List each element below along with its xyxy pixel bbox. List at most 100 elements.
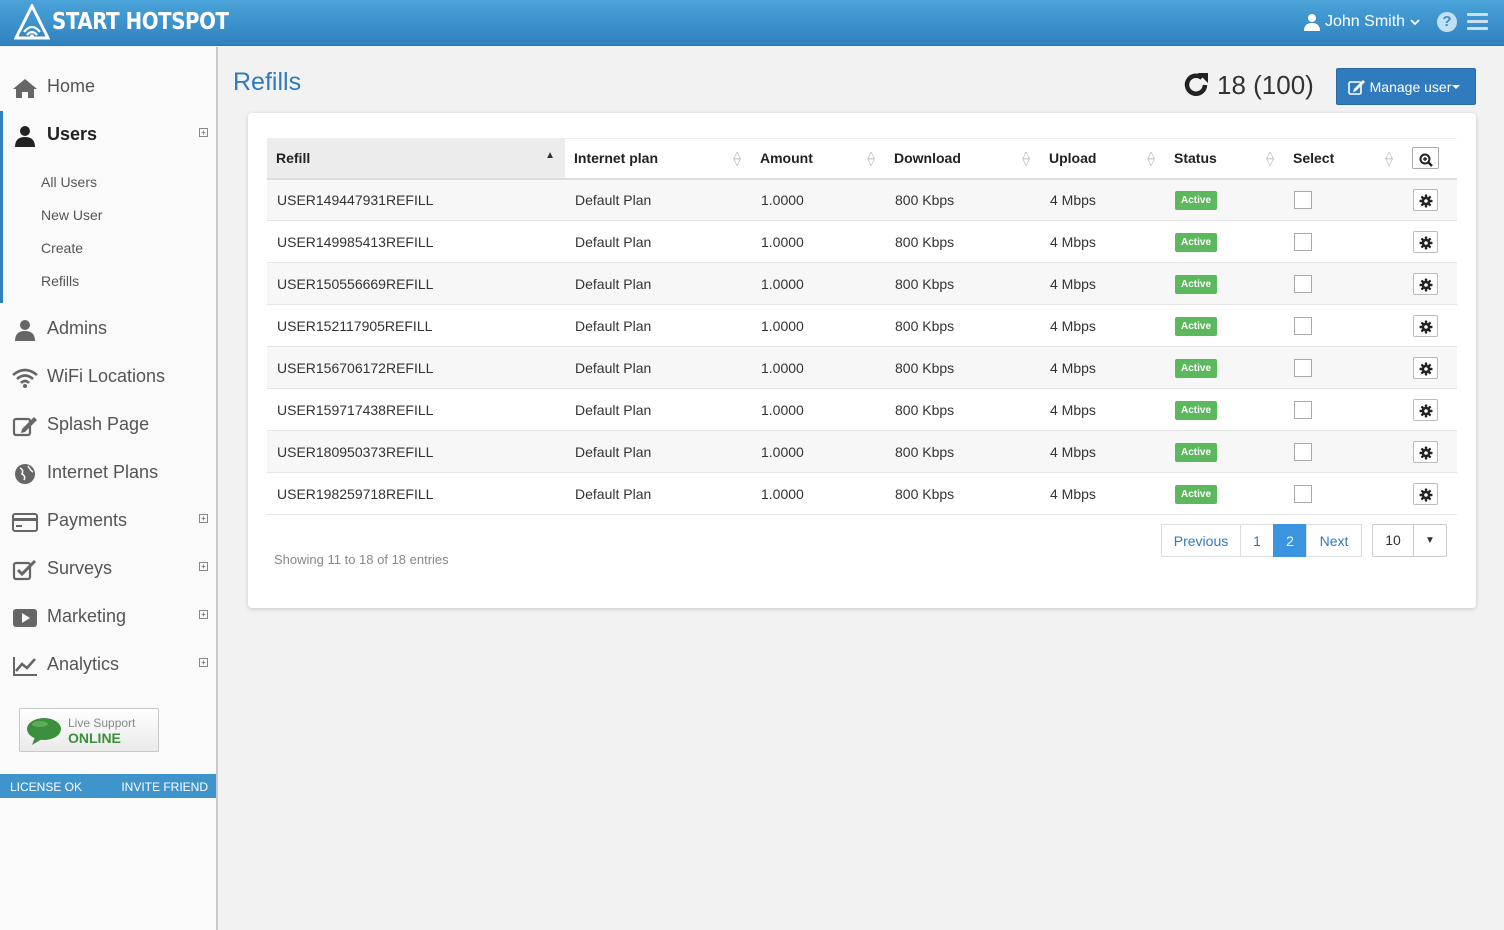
row-settings-button[interactable] — [1413, 314, 1438, 337]
sidebar-item-analytics[interactable]: Analytics + — [0, 641, 216, 689]
cell-amount: 1.0000 — [751, 346, 885, 389]
sidebar-item-label: Admins — [47, 318, 108, 338]
row-settings-button[interactable] — [1413, 398, 1438, 421]
hamburger-menu-icon[interactable] — [1467, 13, 1488, 31]
check-square-icon — [12, 559, 37, 581]
cell-plan: Default Plan — [565, 472, 751, 515]
page-size-select[interactable]: 10 ▼ — [1372, 524, 1447, 557]
cell-status: Active — [1165, 346, 1284, 389]
cell-status: Active — [1165, 388, 1284, 431]
cell-download: 800 Kbps — [885, 430, 1040, 473]
page-button-1[interactable]: 1 — [1240, 524, 1274, 557]
refills-table: Refill ▲ Internet plan △ ▽ Amount △ ▽ Downloa… — [267, 138, 1457, 515]
sidebar-item-label: WiFi Locations — [47, 366, 166, 386]
expand-icon[interactable]: + — [199, 658, 208, 667]
table-row[interactable]: USER159717438REFILL Default Plan 1.0000 800… — [267, 388, 1457, 431]
sidebar-item-payments[interactable]: Payments + — [0, 497, 216, 545]
table-row[interactable]: USER149985413REFILL Default Plan 1.0000 800… — [267, 220, 1457, 263]
table-row[interactable]: USER149447931REFILL Default Plan 1.0000 800… — [267, 178, 1457, 221]
home-icon — [13, 79, 37, 98]
row-select-checkbox[interactable] — [1294, 442, 1312, 461]
cell-upload: 4 Mbps — [1040, 430, 1165, 473]
expand-icon[interactable]: + — [199, 562, 208, 571]
row-select-checkbox[interactable] — [1294, 232, 1312, 251]
expand-icon[interactable]: + — [199, 610, 208, 619]
subitem-all-users[interactable]: All Users — [41, 174, 97, 190]
caret-down-icon — [1452, 84, 1461, 89]
subitem-create[interactable]: Create — [41, 240, 83, 256]
sidebar-item-label: Surveys — [47, 558, 113, 578]
column-header-amount[interactable]: Amount △ ▽ — [751, 138, 885, 180]
sidebar-item-admins[interactable]: Admins — [0, 305, 216, 353]
sidebar-item-users[interactable]: Users + — [0, 111, 216, 159]
cell-actions — [1403, 178, 1457, 221]
page-button-2[interactable]: 2 — [1273, 524, 1307, 557]
previous-page-button[interactable]: Previous — [1161, 524, 1241, 557]
column-label: Status — [1174, 150, 1217, 167]
sort-icon: △ ▽ — [1022, 150, 1030, 168]
sidebar-item-home[interactable]: Home — [0, 63, 216, 111]
expand-icon[interactable]: + — [199, 514, 208, 523]
table-row[interactable]: USER198259718REFILL Default Plan 1.0000 800… — [267, 472, 1457, 515]
column-header-refill[interactable]: Refill ▲ — [267, 138, 565, 180]
row-select-checkbox[interactable] — [1294, 358, 1312, 377]
live-support-label: Live Support — [68, 716, 136, 730]
pagination: Previous 1 2 Next — [1161, 524, 1362, 557]
column-header-select[interactable]: Select △ ▽ — [1284, 138, 1403, 180]
status-badge: Active — [1175, 358, 1218, 378]
row-select-checkbox[interactable] — [1294, 316, 1312, 335]
admins-icon — [15, 320, 35, 341]
row-settings-button[interactable] — [1413, 230, 1438, 253]
row-settings-button[interactable] — [1413, 188, 1438, 211]
column-header-upload[interactable]: Upload △ ▽ — [1040, 138, 1165, 180]
expand-icon[interactable]: + — [199, 128, 208, 137]
invite-friend-link[interactable]: INVITE FRIEND — [121, 780, 208, 794]
row-settings-button[interactable] — [1413, 356, 1438, 379]
play-icon — [13, 609, 37, 627]
row-select-checkbox[interactable] — [1294, 484, 1312, 503]
license-status-link[interactable]: LICENSE OK — [10, 780, 82, 794]
cell-status: Active — [1165, 178, 1284, 221]
manage-user-button[interactable]: Manage user — [1336, 68, 1476, 105]
row-select-checkbox[interactable] — [1294, 274, 1312, 293]
row-settings-button[interactable] — [1413, 272, 1438, 295]
sidebar-item-label: Payments — [47, 510, 128, 530]
brand-logo[interactable]: START HOTSPOT — [14, 3, 257, 41]
cell-upload: 4 Mbps — [1040, 262, 1165, 305]
table-row[interactable]: USER156706172REFILL Default Plan 1.0000 800… — [267, 346, 1457, 389]
cell-download: 800 Kbps — [885, 262, 1040, 305]
cell-select — [1284, 388, 1403, 431]
subitem-new-user[interactable]: New User — [41, 207, 102, 223]
column-header-status[interactable]: Status △ ▽ — [1165, 138, 1284, 180]
live-support-status: ONLINE — [68, 730, 121, 746]
sidebar-item-splash-page[interactable]: Splash Page — [0, 401, 216, 449]
table-row[interactable]: USER180950373REFILL Default Plan 1.0000 800… — [267, 430, 1457, 473]
status-badge: Active — [1175, 442, 1218, 462]
help-icon[interactable]: ? — [1437, 12, 1457, 32]
sidebar-item-marketing[interactable]: Marketing + — [0, 593, 216, 641]
row-settings-button[interactable] — [1413, 482, 1438, 505]
table-body: USER149447931REFILL Default Plan 1.0000 800… — [267, 178, 1457, 515]
sidebar-item-internet-plans[interactable]: Internet Plans — [0, 449, 216, 497]
cell-plan: Default Plan — [565, 346, 751, 389]
manage-user-label: Manage user — [1369, 78, 1452, 95]
sidebar-item-label: Analytics — [47, 654, 120, 674]
zoom-search-button[interactable] — [1412, 147, 1439, 170]
row-select-checkbox[interactable] — [1294, 190, 1312, 209]
user-menu[interactable]: John Smith — [1303, 10, 1420, 34]
subitem-refills[interactable]: Refills — [41, 273, 79, 289]
row-select-checkbox[interactable] — [1294, 400, 1312, 419]
cell-amount: 1.0000 — [751, 304, 885, 347]
column-header-download[interactable]: Download △ ▽ — [885, 138, 1040, 180]
row-settings-button[interactable] — [1413, 440, 1438, 463]
column-label: Select — [1293, 150, 1335, 167]
live-support-button[interactable]: Live Support ONLINE — [19, 708, 159, 752]
cell-download: 800 Kbps — [885, 220, 1040, 263]
sidebar-item-surveys[interactable]: Surveys + — [0, 545, 216, 593]
status-badge: Active — [1175, 316, 1218, 336]
table-row[interactable]: USER152117905REFILL Default Plan 1.0000 800… — [267, 304, 1457, 347]
sidebar-item-wifi-locations[interactable]: WiFi Locations — [0, 353, 216, 401]
column-header-internet-plan[interactable]: Internet plan △ ▽ — [565, 138, 751, 180]
table-row[interactable]: USER150556669REFILL Default Plan 1.0000 800… — [267, 262, 1457, 305]
next-page-button[interactable]: Next — [1306, 524, 1362, 557]
